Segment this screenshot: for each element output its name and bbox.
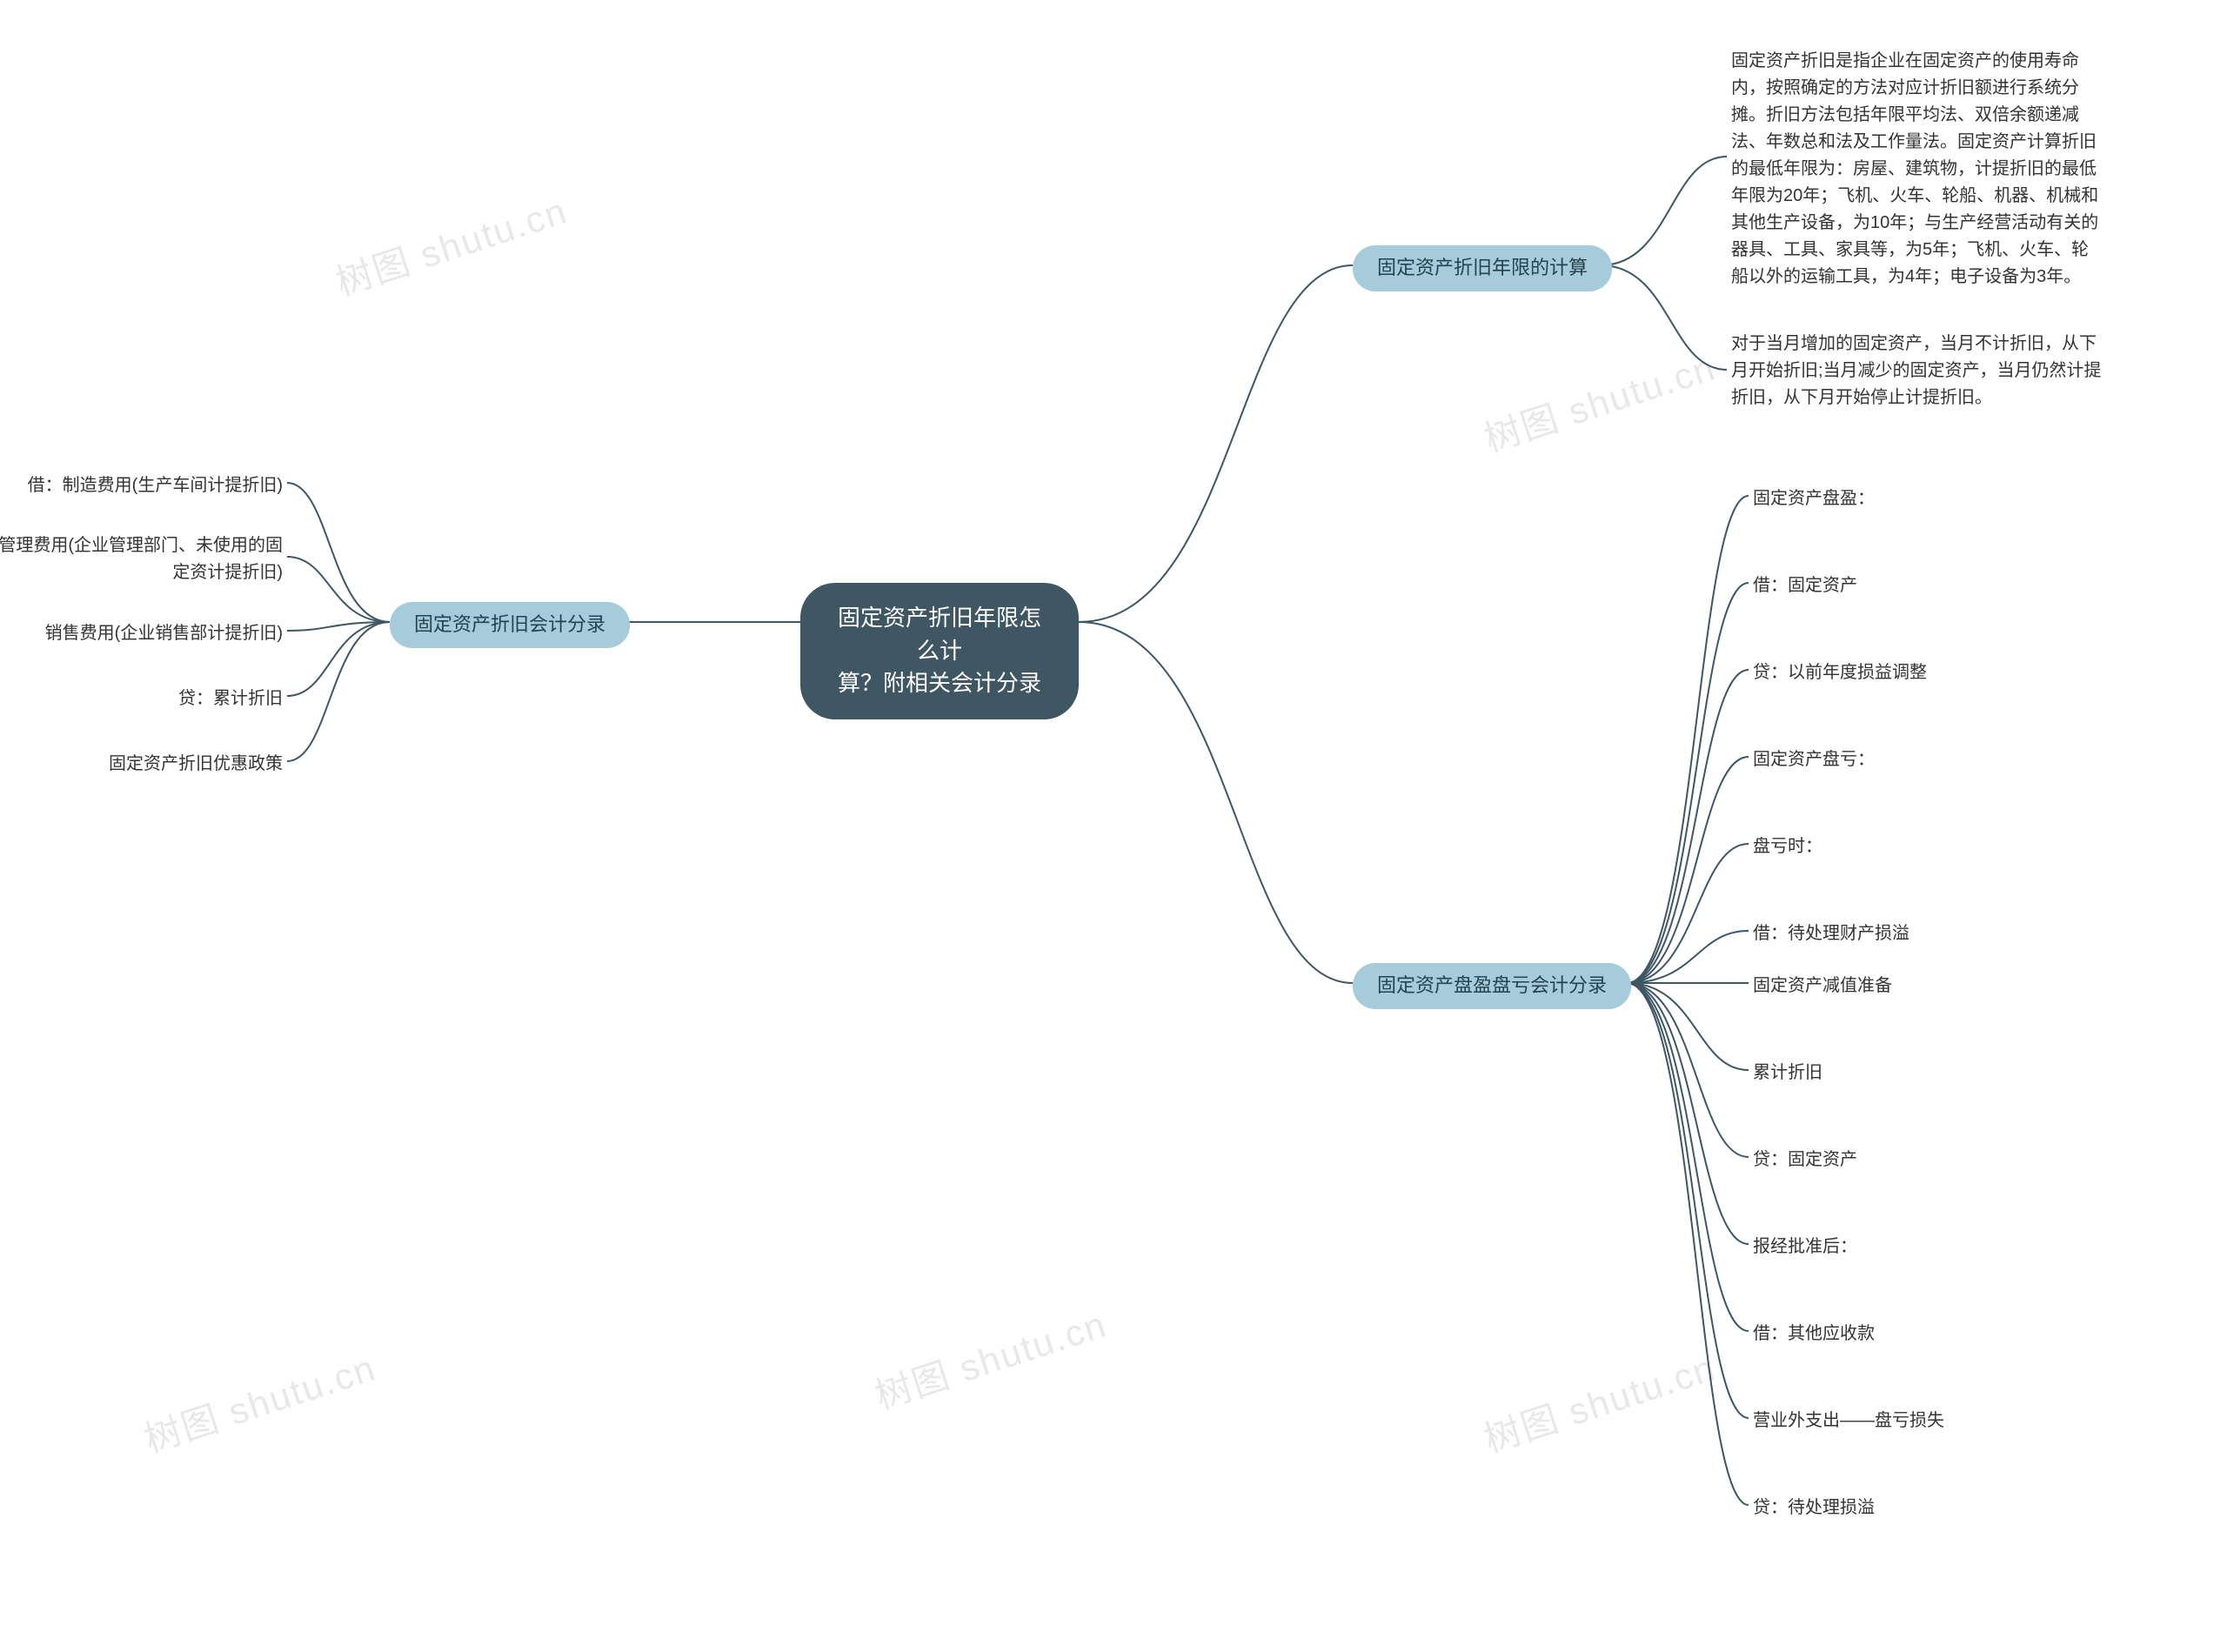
branch-label: 固定资产盘盈盘亏会计分录 [1377,974,1607,996]
center-line2: 算？附相关会计分录 [838,670,1041,696]
leaf-left-2: 销售费用(企业销售部计提折旧) [22,620,283,647]
branch-inventory-entries[interactable]: 固定资产盘盈盘亏会计分录 [1353,963,1631,1009]
leaf-inv-1: 借：固定资产 [1753,572,1857,599]
watermark: 树图 shutu.cn [1476,1339,1722,1463]
leaf-inv-3: 固定资产盘亏： [1753,746,1875,773]
leaf-deprec-rule: 对于当月增加的固定资产，当月不计折旧，从下月开始折旧;当月减少的固定资产，当月仍… [1731,331,2105,411]
leaf-inv-8: 贷：固定资产 [1753,1147,1857,1174]
center-line1: 固定资产折旧年限怎么计 [838,605,1041,664]
leaf-left-0: 借：制造费用(生产车间计提折旧) [22,472,283,499]
watermark: 树图 shutu.cn [137,1339,382,1463]
branch-deprec-entries[interactable]: 固定资产折旧会计分录 [390,602,630,648]
leaf-inv-10: 借：其他应收款 [1753,1321,1875,1348]
leaf-deprec-desc: 固定资产折旧是指企业在固定资产的使用寿命内，按照确定的方法对应计折旧额进行系统分… [1731,48,2105,291]
leaf-left-3: 贷：累计折旧 [22,686,283,712]
leaf-inv-5: 借：待处理财产损溢 [1753,920,1909,947]
leaf-inv-7: 累计折旧 [1753,1060,1822,1087]
branch-label: 固定资产折旧年限的计算 [1377,257,1588,278]
leaf-inv-12: 贷：待处理损溢 [1753,1495,1875,1522]
branch-label: 固定资产折旧会计分录 [414,613,605,635]
leaf-left-1: 管理费用(企业管理部门、未使用的固定资计提折旧) [0,532,283,586]
branch-deprec-calc[interactable]: 固定资产折旧年限的计算 [1353,245,1612,291]
watermark: 树图 shutu.cn [1476,338,1722,463]
leaf-inv-11: 营业外支出——盘亏损失 [1753,1408,1944,1435]
center-topic[interactable]: 固定资产折旧年限怎么计 算？附相关会计分录 [800,583,1079,719]
watermark: 树图 shutu.cn [867,1295,1113,1420]
leaf-inv-9: 报经批准后： [1753,1234,1857,1261]
leaf-inv-2: 贷：以前年度损益调整 [1753,659,1927,686]
watermark: 树图 shutu.cn [328,182,573,306]
leaf-inv-4: 盘亏时： [1753,833,1822,860]
leaf-left-4: 固定资产折旧优惠政策 [22,751,283,778]
leaf-inv-0: 固定资产盘盈： [1753,485,1875,512]
leaf-inv-6: 固定资产减值准备 [1753,973,1892,1000]
